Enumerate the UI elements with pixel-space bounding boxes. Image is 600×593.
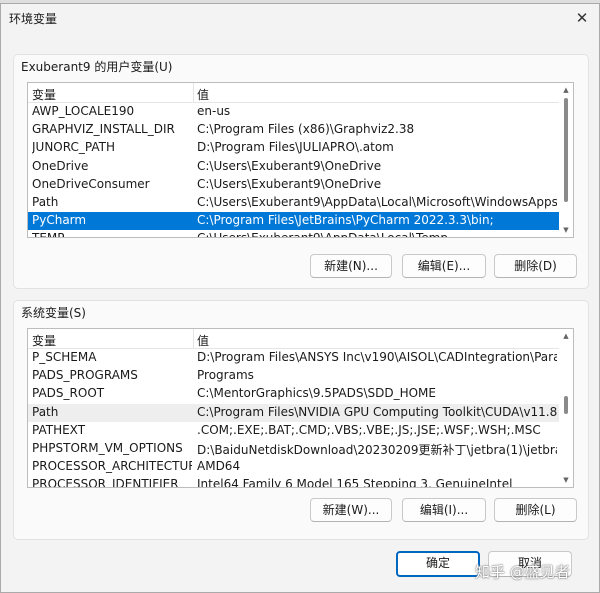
user-variables-label: Exuberant9 的用户变量(U) [21,60,173,74]
variable-name: TEMP [32,231,192,237]
column-divider[interactable] [193,329,194,349]
table-row[interactable]: PADS_PROGRAMS Programs [28,367,559,385]
variable-name: PHPSTORM_VM_OPTIONS [32,440,183,455]
table-row[interactable]: PATHEXT .COM;.EXE;.BAT;.CMD;.VBS;.VBE;.JS… [28,422,559,440]
variable-name: AWP_LOCALE190 [32,104,135,118]
variable-name: PADS_ROOT [32,386,105,401]
variable-name: Path [32,404,59,419]
system-delete-button[interactable]: 删除(L) [494,498,577,522]
environment-variables-dialog: 环境变量 ✕ Exuberant9 的用户变量(U) 变量 值 AWP_LOCA… [0,3,600,593]
column-header-value[interactable]: 值 [197,332,209,349]
table-row[interactable]: Path C:\Users\Exuberant9\AppData\Local\Mi… [28,194,559,212]
variable-value: C:\Program Files\NVIDIA GPU Computing To… [197,404,557,419]
user-delete-button[interactable]: 删除(D) [494,254,577,278]
variable-name: PyCharm [32,213,87,228]
variable-name: PADS_PROGRAMS [32,368,138,383]
close-icon[interactable]: ✕ [569,6,595,30]
dialog-title: 环境变量 [9,12,58,26]
variable-name: OneDrive [32,158,89,173]
user-variables-group: Exuberant9 的用户变量(U) 变量 值 AWP_LOCALE190 en… [13,54,589,289]
variable-value: en-us [197,104,231,118]
scroll-thumb[interactable] [564,396,568,414]
variable-value: D:\Program Files\ANSYS Inc\v190\AISOL\CA… [197,350,557,364]
scroll-thumb[interactable] [564,98,568,202]
system-variables-group: 系统变量(S) 变量 值 P_SCHEMA D:\Program Files\AN… [13,300,589,540]
variable-value: D:\BaiduNetdiskDownload\20230209更新补丁\jet… [197,442,557,457]
scroll-down-icon[interactable]: ▼ [559,474,573,486]
table-row[interactable]: PROCESSOR_ARCHITECTURE AMD64 [28,458,559,476]
variable-name: P_SCHEMA [32,350,97,364]
variable-value: C:\MentorGraphics\9.5PADS\SDD_HOME [197,386,436,401]
zhihu-watermark: 知乎 @盛见者 [475,563,570,581]
user-edit-button[interactable]: 编辑(E)... [402,254,486,278]
variable-value: C:\Users\Exuberant9\OneDrive [197,158,382,173]
scroll-up-icon[interactable]: ▲ [559,330,573,342]
user-variables-rows: AWP_LOCALE190 en-us GRAPHVIZ_INSTALL_DIR C:… [28,103,559,237]
variable-name: JUNORC_PATH [32,140,115,155]
table-row[interactable]: PHPSTORM_VM_OPTIONS D:\BaiduNetdiskDownlo… [28,440,559,458]
scroll-down-icon[interactable]: ▼ [559,224,573,236]
system-table-scrollbar[interactable]: ▲ ▼ [559,329,573,487]
variable-name: Path [32,194,59,209]
system-variables-label: 系统变量(S) [21,306,86,320]
variable-value: Intel64 Family 6 Model 165 Stepping 3, G… [197,477,513,488]
variable-name: PROCESSOR_ARCHITECTURE [32,459,192,474]
column-header-variable[interactable]: 变量 [32,86,56,103]
variable-value: C:\Program Files (x86)\Graphviz2.38 [197,122,415,137]
table-row[interactable]: JUNORC_PATH D:\Program Files\JULIAPRO\.at… [28,139,559,157]
variable-name: PATHEXT [32,422,86,437]
variable-value: Programs [197,368,254,383]
user-table-header: 变量 值 [28,83,559,103]
variable-value: C:\Users\Exuberant9\AppData\Local\Temp [197,231,557,237]
table-row[interactable]: OneDriveConsumer C:\Users\Exuberant9\OneD… [28,176,559,194]
column-header-variable[interactable]: 变量 [32,332,56,349]
variable-value: D:\Program Files\JULIAPRO\.atom [197,140,394,155]
variable-value: C:\Program Files\JetBrains\PyCharm 2022.… [197,213,494,228]
variable-value: .COM;.EXE;.BAT;.CMD;.VBS;.VBE;.JS;.JSE;.… [197,422,541,437]
user-new-button[interactable]: 新建(N)... [310,254,392,278]
user-table-scrollbar[interactable]: ▲ ▼ [559,83,573,237]
system-table-header: 变量 值 [28,329,559,349]
variable-value: C:\Users\Exuberant9\AppData\Local\Micros… [197,194,557,209]
variable-name: OneDriveConsumer [32,176,150,191]
table-row[interactable]: PADS_ROOT C:\MentorGraphics\9.5PADS\SDD_H… [28,385,559,403]
column-divider[interactable] [193,83,194,103]
table-row[interactable]: PyCharm C:\Program Files\JetBrains\PyChar… [28,212,559,231]
table-row[interactable]: TEMP C:\Users\Exuberant9\AppData\Local\Te… [28,230,559,237]
variable-name: PROCESSOR_IDENTIFIER [32,477,179,488]
system-variables-rows: P_SCHEMA D:\Program Files\ANSYS Inc\v190\… [28,349,559,488]
table-row[interactable]: Path C:\Program Files\NVIDIA GPU Computin… [28,403,559,422]
table-row[interactable]: OneDrive C:\Users\Exuberant9\OneDrive [28,158,559,176]
user-variables-table: 变量 值 AWP_LOCALE190 en-us GRAPHVIZ_INSTALL_… [27,82,574,238]
table-row[interactable]: P_SCHEMA D:\Program Files\ANSYS Inc\v190\… [28,349,559,367]
system-edit-button[interactable]: 编辑(I)... [402,498,486,522]
title-bar: 环境变量 ✕ [1,4,599,34]
variable-value: C:\Users\Exuberant9\OneDrive [197,176,382,191]
column-header-value[interactable]: 值 [197,86,209,103]
variable-value: AMD64 [197,459,241,474]
table-row[interactable]: GRAPHVIZ_INSTALL_DIR C:\Program Files (x8… [28,121,559,139]
system-variables-table: 变量 值 P_SCHEMA D:\Program Files\ANSYS Inc\… [27,328,574,488]
ok-button[interactable]: 确定 [396,551,480,577]
table-row[interactable]: AWP_LOCALE190 en-us [28,103,559,121]
table-row[interactable]: PROCESSOR_IDENTIFIER Intel64 Family 6 Mod… [28,476,559,488]
variable-name: GRAPHVIZ_INSTALL_DIR [32,122,175,137]
system-new-button[interactable]: 新建(W)... [310,498,392,522]
scroll-up-icon[interactable]: ▲ [559,84,573,96]
